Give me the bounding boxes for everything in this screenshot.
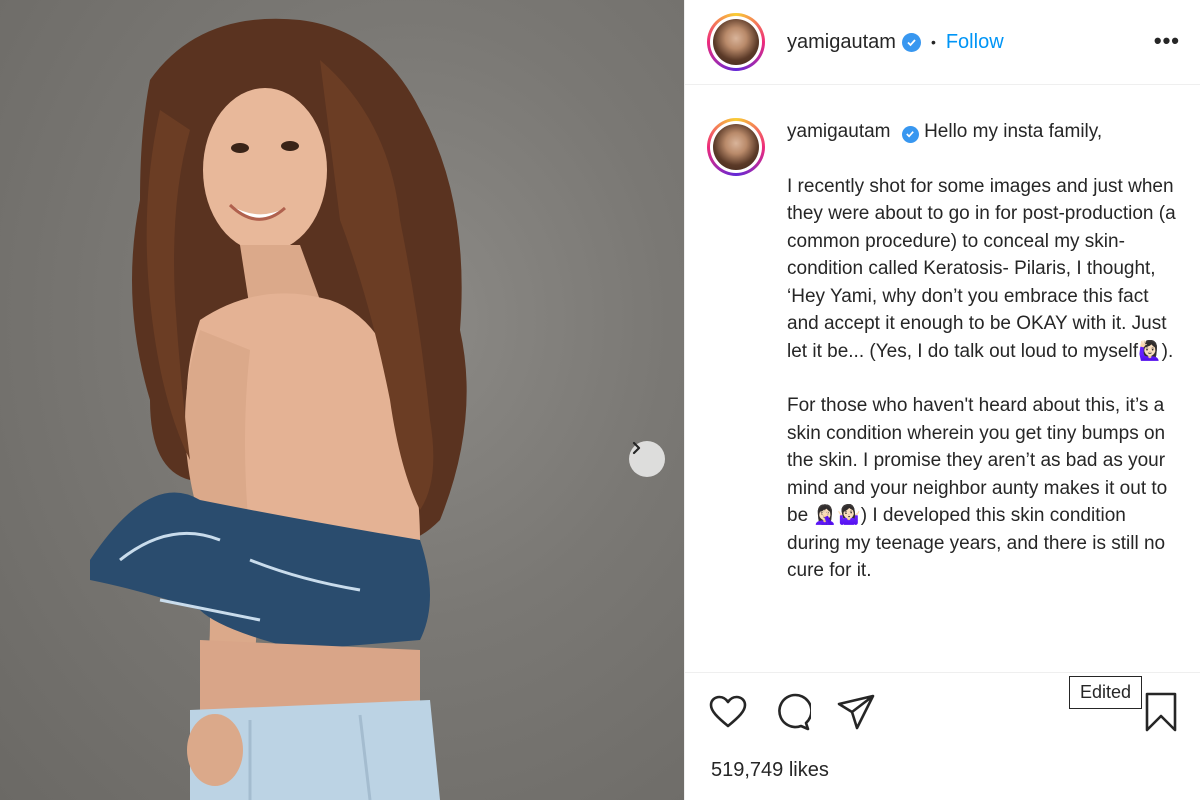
post-details-panel: yamigautam • Follow ••• yamigautam Hello… — [684, 0, 1200, 800]
header-username[interactable]: yamigautam — [787, 31, 896, 54]
caption-text: yamigautam Hello my insta family, I rece… — [787, 118, 1177, 612]
chevron-right-icon — [632, 441, 641, 455]
next-photo-button[interactable] — [629, 441, 665, 477]
post-header: yamigautam • Follow ••• — [685, 0, 1200, 85]
caption: yamigautam Hello my insta family, I rece… — [707, 118, 1182, 664]
bookmark-icon[interactable] — [1140, 691, 1182, 733]
caption-paragraph: Hello my insta family, — [924, 121, 1103, 142]
avatar[interactable] — [707, 13, 765, 71]
profile-photo — [713, 19, 759, 65]
follow-button[interactable]: Follow — [946, 31, 1004, 54]
profile-photo — [713, 124, 759, 170]
caption-paragraph: I recently shot for some images and just… — [787, 175, 1176, 362]
comment-icon[interactable] — [771, 691, 813, 733]
verified-badge-icon — [901, 32, 921, 52]
more-options-icon[interactable]: ••• — [1154, 30, 1180, 52]
caption-avatar[interactable] — [707, 118, 765, 176]
heart-icon[interactable] — [707, 691, 749, 733]
caption-paragraph: For those who haven't heard about this, … — [787, 395, 1168, 581]
action-bar: Edited 519,749 likes — [685, 672, 1200, 800]
caption-username[interactable]: yamigautam — [787, 121, 891, 142]
separator: • — [930, 34, 936, 50]
edited-tooltip: Edited — [1068, 676, 1142, 709]
likes-count[interactable]: 519,749 likes — [711, 759, 829, 782]
post-image — [90, 18, 467, 800]
paper-plane-icon[interactable] — [835, 691, 877, 733]
post-photo — [0, 0, 684, 800]
verified-badge-icon — [901, 125, 919, 143]
